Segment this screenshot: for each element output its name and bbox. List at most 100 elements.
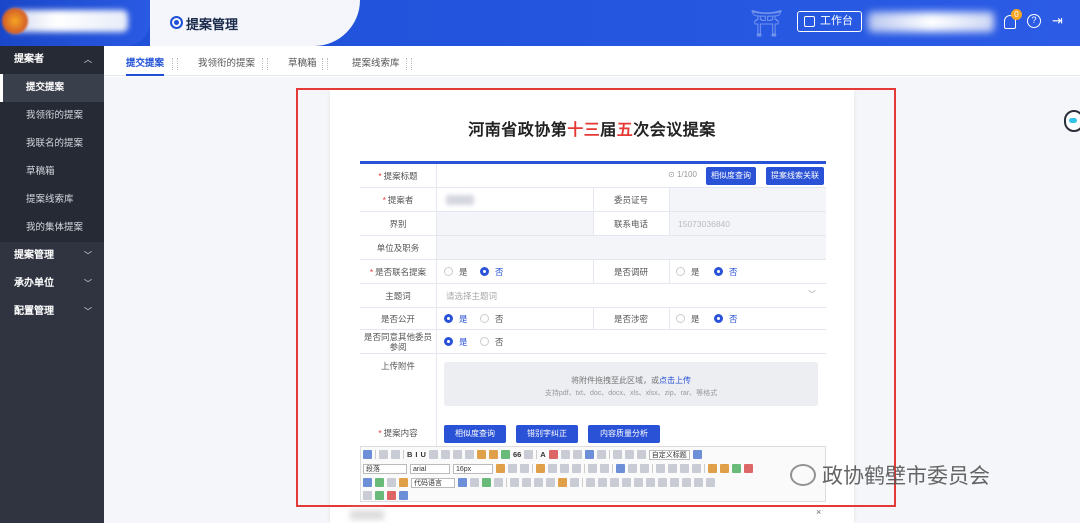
delete-table-icon[interactable]: [598, 478, 607, 487]
joint-no-radio[interactable]: 否: [480, 260, 504, 283]
help-icon[interactable]: [399, 491, 408, 500]
superscript-icon[interactable]: [452, 450, 462, 459]
align-center-icon[interactable]: [548, 464, 557, 473]
fullscreen-icon[interactable]: [692, 450, 702, 459]
quality-analysis-button[interactable]: 内容质量分析: [588, 425, 660, 443]
attachment-icon[interactable]: [363, 478, 372, 487]
sidebar-group-proposer[interactable]: 提案者 ︿: [0, 46, 104, 74]
sidebar-group-config[interactable]: 配置管理 ﹀: [0, 298, 104, 326]
align-right-icon[interactable]: [560, 464, 569, 473]
map-pin-icon[interactable]: [570, 478, 579, 487]
chevron-down-icon[interactable]: ﹀: [808, 289, 816, 300]
font-color-icon[interactable]: A: [540, 450, 545, 459]
clear-format-icon[interactable]: [488, 450, 498, 459]
ordered-list-icon[interactable]: [560, 450, 570, 459]
merge-down-icon[interactable]: [670, 478, 679, 487]
split-rows-icon[interactable]: [694, 478, 703, 487]
print-icon[interactable]: [363, 491, 372, 500]
close-icon[interactable]: ×: [816, 507, 821, 517]
sidebar-item-my-joint-proposals[interactable]: 我联名的提案: [0, 130, 104, 158]
page-break-icon[interactable]: [458, 478, 467, 487]
subscript-icon[interactable]: [464, 450, 474, 459]
logout-icon[interactable]: ⇥: [1052, 13, 1066, 29]
code-language-select[interactable]: 代码语言: [411, 477, 455, 488]
public-yes-radio[interactable]: 是: [444, 308, 468, 329]
screenshot-icon[interactable]: [744, 464, 753, 473]
undo-icon[interactable]: [379, 450, 388, 459]
sidebar-item-my-led-proposals[interactable]: 我领衔的提案: [0, 102, 104, 130]
insert-table-icon[interactable]: [586, 478, 595, 487]
template-icon[interactable]: [470, 478, 479, 487]
joint-yes-radio[interactable]: 是: [444, 260, 468, 283]
merge-right-icon[interactable]: [658, 478, 667, 487]
date-icon[interactable]: [522, 478, 531, 487]
time-icon[interactable]: [534, 478, 543, 487]
sidebar-group-proposal-management[interactable]: 提案管理 ﹀: [0, 242, 104, 270]
pasteplain-icon[interactable]: [524, 450, 534, 459]
auto-format-icon[interactable]: [500, 450, 510, 459]
blockquote-icon[interactable]: 66: [513, 450, 521, 459]
sector-field[interactable]: [437, 212, 593, 235]
special-chars-icon[interactable]: [546, 478, 555, 487]
split-cols-icon[interactable]: [706, 478, 715, 487]
gmap-icon[interactable]: [387, 478, 396, 487]
sidebar-group-undertaking-units[interactable]: 承办单位 ﹀: [0, 270, 104, 298]
insert-image-icon[interactable]: [720, 464, 729, 473]
unordered-list-icon[interactable]: [572, 450, 582, 459]
agree-no-radio[interactable]: 否: [480, 330, 504, 353]
topic-select[interactable]: 请选择主题词: [446, 284, 497, 307]
touppercase-icon[interactable]: [588, 464, 597, 473]
upload-dropzone[interactable]: 将附件拖拽至此区域，或点击上传 支持pdf、txt、doc、docx、xls、x…: [444, 362, 818, 406]
clue-link-button[interactable]: 提案线索关联: [766, 167, 824, 185]
assistant-robot-icon[interactable]: [1064, 110, 1080, 132]
bold-icon[interactable]: B: [407, 450, 412, 459]
preview-icon[interactable]: [375, 491, 384, 500]
align-left-icon[interactable]: [536, 464, 545, 473]
clear-doc-icon[interactable]: [596, 450, 606, 459]
sidebar-item-clue-library[interactable]: 提案线索库: [0, 186, 104, 214]
font-size-select[interactable]: 16px: [453, 463, 493, 474]
member-id-field[interactable]: [670, 188, 826, 211]
tab-drafts[interactable]: 草稿箱: [288, 56, 317, 76]
research-no-radio[interactable]: 否: [714, 260, 738, 283]
italic-icon[interactable]: I: [415, 450, 417, 459]
insert-col-icon[interactable]: [634, 478, 643, 487]
direction-rtl-icon[interactable]: [508, 464, 517, 473]
anchor-icon[interactable]: [640, 464, 649, 473]
sidebar-item-drafts[interactable]: 草稿箱: [0, 158, 104, 186]
select-all-icon[interactable]: [584, 450, 594, 459]
redo-icon[interactable]: [391, 450, 400, 459]
emotion-icon[interactable]: [732, 464, 741, 473]
sidebar-item-submit-proposal[interactable]: 提交提案: [0, 74, 104, 102]
horizontal-rule-icon[interactable]: [510, 478, 519, 487]
workbench-button[interactable]: 工作台: [797, 11, 862, 32]
typo-correct-button[interactable]: 错别字纠正: [516, 425, 578, 443]
line-height-icon[interactable]: [636, 450, 646, 459]
tolowercase-icon[interactable]: [600, 464, 609, 473]
image-center-icon[interactable]: [692, 464, 701, 473]
insert-paragraph-icon[interactable]: [610, 478, 619, 487]
indent-icon[interactable]: [520, 464, 529, 473]
font-family-select[interactable]: arial: [410, 463, 450, 474]
link-icon[interactable]: [616, 464, 625, 473]
research-yes-radio[interactable]: 是: [676, 260, 700, 283]
image-left-icon[interactable]: [668, 464, 677, 473]
secret-yes-radio[interactable]: 是: [676, 308, 700, 329]
module-title[interactable]: 提案管理: [186, 14, 238, 33]
paragraph-select[interactable]: 段落: [363, 463, 407, 474]
similar-query-button[interactable]: 相似度查询: [706, 167, 756, 185]
agree-yes-radio[interactable]: 是: [444, 330, 468, 353]
insert-row-icon[interactable]: [622, 478, 631, 487]
direction-ltr-icon[interactable]: [496, 464, 505, 473]
help-icon[interactable]: ?: [1027, 14, 1041, 28]
split-cells-icon[interactable]: [682, 478, 691, 487]
tab-submit-proposal[interactable]: 提交提案: [126, 56, 165, 76]
unlink-icon[interactable]: [628, 464, 637, 473]
font-border-icon[interactable]: [428, 450, 438, 459]
search-replace-icon[interactable]: [558, 478, 567, 487]
strikethrough-icon[interactable]: [440, 450, 450, 459]
secret-no-radio[interactable]: 否: [714, 308, 738, 329]
map-icon[interactable]: [375, 478, 384, 487]
highlight-icon[interactable]: [548, 450, 558, 459]
underline-icon[interactable]: U: [421, 450, 426, 459]
